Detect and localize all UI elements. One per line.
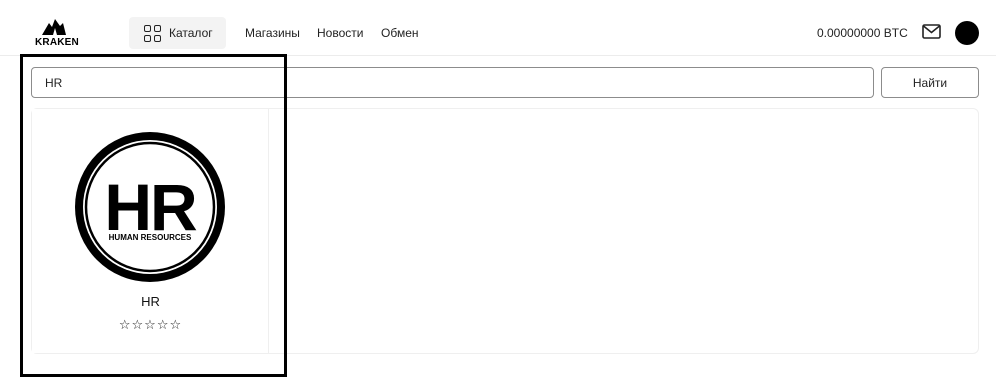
grid-icon <box>144 24 161 42</box>
mail-icon[interactable] <box>922 24 941 39</box>
search-button[interactable]: Найти <box>881 67 979 98</box>
shop-card[interactable]: HR HUMAN RESOURCES HR ☆☆☆☆☆ <box>32 109 269 353</box>
kraken-logo[interactable]: KRAKEN <box>35 17 79 49</box>
shop-card-title: HR <box>141 294 160 309</box>
nav-exchange-link[interactable]: Обмен <box>381 26 419 40</box>
btc-balance: 0.00000000 BTC <box>817 26 908 40</box>
logo-text: KRAKEN <box>35 37 79 48</box>
nav-stores-link[interactable]: Магазины <box>245 26 300 40</box>
avatar[interactable] <box>955 21 979 45</box>
hr-logo-small-text: HUMAN RESOURCES <box>109 233 192 242</box>
rating-stars: ☆☆☆☆☆ <box>118 318 183 333</box>
search-input[interactable] <box>31 67 874 98</box>
top-header: KRAKEN Каталог Магазины Новости Обмен 0.… <box>0 0 996 56</box>
hr-logo-image: HR HUMAN RESOURCES <box>75 132 225 282</box>
nav-news-link[interactable]: Новости <box>317 26 363 40</box>
catalog-button[interactable]: Каталог <box>129 17 226 49</box>
catalog-label: Каталог <box>169 26 213 40</box>
kraken-logo-icon <box>42 19 66 35</box>
